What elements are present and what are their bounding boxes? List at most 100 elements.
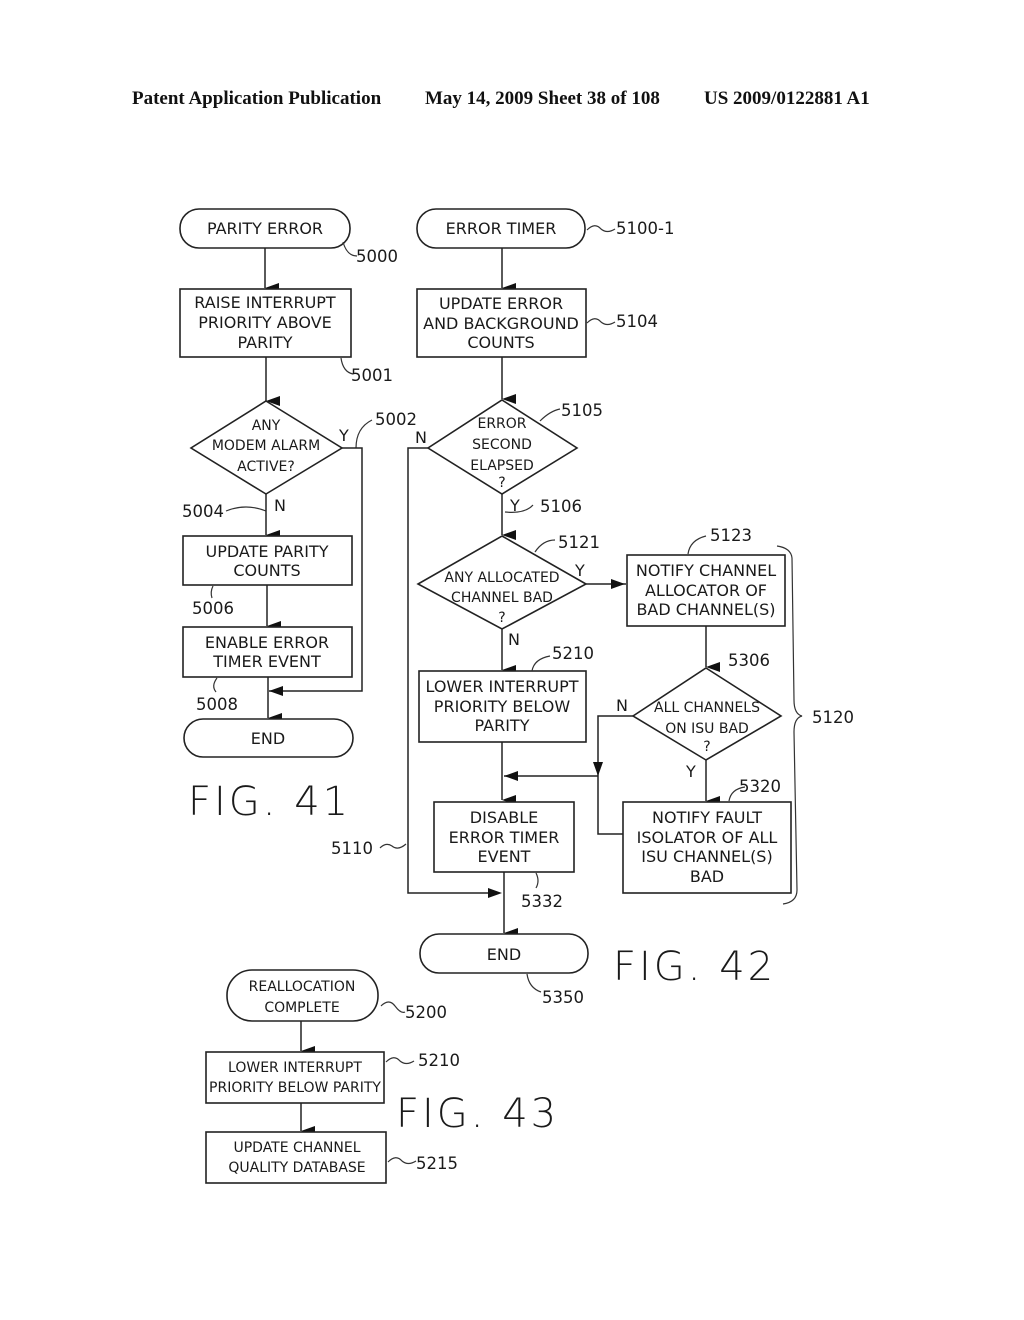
fig42-update-counts-box: UPDATE ERROR AND BACKGROUND COUNTS <box>416 288 587 358</box>
node-text: REALLOCATION <box>249 979 356 995</box>
ref-number: 5120 <box>812 708 854 727</box>
fig42-start-terminal: ERROR TIMER <box>416 208 586 249</box>
figure-caption: FIG. 42 <box>613 944 776 990</box>
node-text: ALLOCATOR OF <box>645 581 767 600</box>
node-text: END <box>251 729 285 748</box>
ref-number: 5000 <box>356 247 398 266</box>
ref-number: 5004 <box>182 502 224 521</box>
fig42-flowchart: ERROR TIMER 5100-1 UPDATE ERROR AND BACK… <box>331 208 854 1007</box>
ref-number: 5200 <box>405 1003 447 1022</box>
ref-number: 5320 <box>739 777 781 796</box>
node-text: ERROR <box>477 416 526 432</box>
ref-number: 5006 <box>192 599 234 618</box>
node-text: TIMER EVENT <box>212 652 321 671</box>
ref-number: 5002 <box>375 410 417 429</box>
node-text: EVENT <box>478 847 531 866</box>
node-text: QUALITY DATABASE <box>228 1160 365 1176</box>
node-text: ELAPSED <box>470 458 534 474</box>
figure-caption: FIG. 43 <box>396 1091 559 1137</box>
ref-number: 5210 <box>418 1051 460 1070</box>
node-text: PARITY <box>475 716 530 735</box>
ref-number: 5106 <box>540 497 582 516</box>
node-text: COUNTS <box>467 333 534 352</box>
node-text: BAD CHANNEL(S) <box>636 600 775 619</box>
yes-label: Y <box>574 561 585 580</box>
drawing-sheet: PARITY ERROR 5000 RAISE INTERRUPT PRIORI… <box>179 208 854 1184</box>
no-label: N <box>415 428 427 447</box>
node-text: ON ISU BAD <box>665 721 749 737</box>
yes-label: Y <box>338 426 349 445</box>
node-text: ? <box>498 475 505 491</box>
fig41-end-terminal: END <box>183 718 354 758</box>
node-text: NOTIFY FAULT <box>652 808 762 827</box>
no-label: N <box>616 696 628 715</box>
node-text: LOWER INTERRUPT <box>228 1060 362 1076</box>
ref-number: 5332 <box>521 892 563 911</box>
node-text: MODEM ALARM <box>212 438 320 454</box>
node-text: PRIORITY BELOW PARITY <box>209 1080 381 1096</box>
fig41-raise-priority-box: RAISE INTERRUPT PRIORITY ABOVE PARITY <box>179 288 352 358</box>
ref-number: 5306 <box>728 651 770 670</box>
node-text: ACTIVE? <box>237 459 295 475</box>
ref-number: 5123 <box>710 526 752 545</box>
fig41-update-parity-box: UPDATE PARITY COUNTS <box>182 535 353 586</box>
fig42-end-terminal: END <box>419 933 589 974</box>
node-text: ERROR TIMER <box>449 828 560 847</box>
node-text: BAD <box>690 867 724 886</box>
node-text: COUNTS <box>233 561 300 580</box>
fig41-start-terminal: PARITY ERROR <box>179 208 351 249</box>
ref-number: 5001 <box>351 366 393 385</box>
ref-number: 5121 <box>558 533 600 552</box>
node-text: END <box>487 945 521 964</box>
node-text: AND BACKGROUND <box>423 314 579 333</box>
no-label: N <box>508 630 520 649</box>
ref-number: 5100-1 <box>616 219 674 238</box>
node-text: RAISE INTERRUPT <box>194 293 336 312</box>
node-text: ISU CHANNEL(S) <box>641 847 772 866</box>
node-text: CHANNEL BAD <box>451 590 553 606</box>
ref-number: 5350 <box>542 988 584 1007</box>
node-text: DISABLE <box>470 808 538 827</box>
ref-number: 5110 <box>331 839 373 858</box>
node-text: PRIORITY BELOW <box>434 697 571 716</box>
yes-label: Y <box>685 762 696 781</box>
node-text: ALL CHANNELS <box>654 700 760 716</box>
node-text: UPDATE PARITY <box>205 542 328 561</box>
node-text: UPDATE ERROR <box>439 294 563 313</box>
fig42-error-second-decision: ERROR SECOND ELAPSED ? <box>426 399 579 495</box>
no-label: N <box>274 496 286 515</box>
fig42-lower-priority-box: LOWER INTERRUPT PRIORITY BELOW PARITY <box>418 670 587 743</box>
node-text: ANY <box>252 418 281 434</box>
node-text: SECOND <box>472 437 532 453</box>
node-text: ISOLATOR OF ALL <box>637 828 778 847</box>
ref-number: 5210 <box>552 644 594 663</box>
node-text: LOWER INTERRUPT <box>425 677 578 696</box>
node-text: ENABLE ERROR <box>205 633 329 652</box>
fig41-flowchart: PARITY ERROR 5000 RAISE INTERRUPT PRIORI… <box>179 208 417 825</box>
fig42-disable-timer-box: DISABLE ERROR TIMER EVENT <box>433 801 575 873</box>
fig43-update-database-box: UPDATE CHANNEL QUALITY DATABASE <box>205 1131 387 1184</box>
fig43-lower-priority-box: LOWER INTERRUPT PRIORITY BELOW PARITY <box>205 1051 385 1104</box>
ref-number: 5215 <box>416 1154 458 1173</box>
node-text: ? <box>498 610 505 626</box>
node-text: COMPLETE <box>264 1000 339 1016</box>
ref-number: 5008 <box>196 695 238 714</box>
figure-caption: FIG. 41 <box>188 779 351 825</box>
fig42-notify-fault-box: NOTIFY FAULT ISOLATOR OF ALL ISU CHANNEL… <box>622 801 792 894</box>
node-text: ? <box>703 739 710 755</box>
fig43-start-terminal: REALLOCATION COMPLETE <box>226 969 379 1022</box>
node-text: NOTIFY CHANNEL <box>636 561 776 580</box>
fig41-modem-alarm-decision: ANY MODEM ALARM ACTIVE? <box>189 400 344 495</box>
fig42-notify-allocator-box: NOTIFY CHANNEL ALLOCATOR OF BAD CHANNEL(… <box>626 554 786 627</box>
fig42-all-channels-decision: ALL CHANNELS ON ISU BAD ? <box>631 667 783 761</box>
fig43-flowchart: REALLOCATION COMPLETE 5200 LOWER INTERRU… <box>205 969 559 1184</box>
node-text: PARITY ERROR <box>207 219 323 238</box>
node-text: ANY ALLOCATED <box>444 570 559 586</box>
ref-number: 5104 <box>616 312 658 331</box>
fig41-enable-timer-box: ENABLE ERROR TIMER EVENT <box>182 626 353 678</box>
node-text: PARITY <box>238 333 293 352</box>
node-text: ERROR TIMER <box>446 219 557 238</box>
ref-number: 5105 <box>561 401 603 420</box>
node-text: PRIORITY ABOVE <box>198 313 332 332</box>
node-text: UPDATE CHANNEL <box>233 1140 360 1156</box>
